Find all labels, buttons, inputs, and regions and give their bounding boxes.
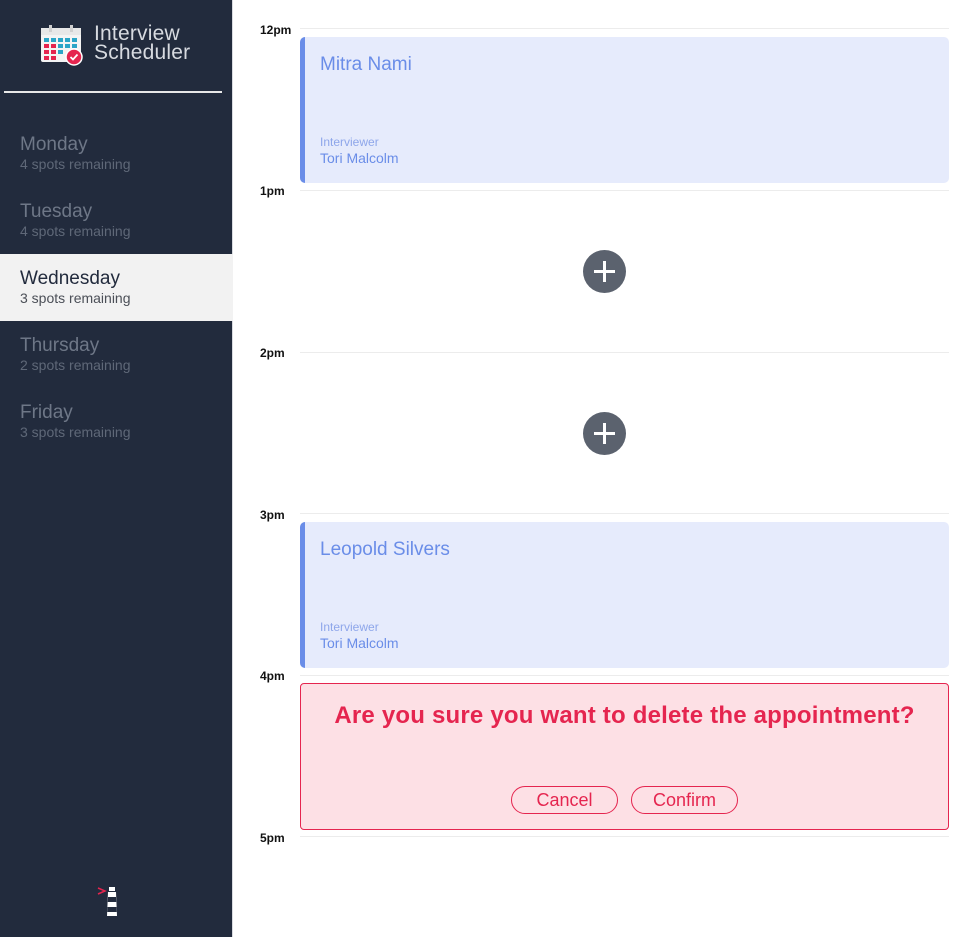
day-item-thursday[interactable]: Thursday 2 spots remaining xyxy=(0,321,233,388)
interviewer-label: Interviewer xyxy=(320,135,379,149)
day-name: Wednesday xyxy=(20,268,120,289)
interviewer-name: Tori Malcolm xyxy=(320,635,399,651)
interviewer-name: Tori Malcolm xyxy=(320,150,399,166)
schedule: 12pm Mitra Nami Interviewer Tori Malcolm… xyxy=(234,0,968,937)
confirm-actions: Cancel Confirm xyxy=(301,786,948,814)
plus-icon xyxy=(594,261,615,282)
slot-time: 1pm xyxy=(260,184,285,198)
day-item-wednesday[interactable]: Wednesday 3 spots remaining xyxy=(0,254,233,321)
day-item-monday[interactable]: Monday 4 spots remaining xyxy=(0,120,233,187)
cancel-button[interactable]: Cancel xyxy=(511,786,618,814)
app-title: Interview Scheduler xyxy=(94,23,191,64)
slot-divider xyxy=(300,513,949,514)
slot-divider xyxy=(300,836,949,837)
slot-divider xyxy=(300,675,949,676)
confirm-button[interactable]: Confirm xyxy=(631,786,738,814)
delete-confirmation: Are you sure you want to delete the appo… xyxy=(300,683,949,830)
slot-time: 12pm xyxy=(260,23,292,37)
slot-time: 4pm xyxy=(260,669,285,683)
slot-time: 2pm xyxy=(260,346,285,360)
slot-divider xyxy=(300,352,949,353)
lighthouse-icon xyxy=(97,887,117,916)
appointment-card[interactable]: Leopold Silvers Interviewer Tori Malcolm xyxy=(300,522,949,668)
confirm-message: Are you sure you want to delete the appo… xyxy=(334,702,915,729)
sidebar-divider xyxy=(4,91,222,93)
day-name: Monday xyxy=(20,134,88,155)
day-spots: 2 spots remaining xyxy=(20,357,131,373)
add-appointment-button[interactable] xyxy=(583,250,626,293)
slot-divider xyxy=(300,28,949,29)
day-spots: 3 spots remaining xyxy=(20,290,131,306)
app-brand: Interview Scheduler xyxy=(40,23,191,66)
slot-time: 3pm xyxy=(260,508,285,522)
slot-divider xyxy=(300,190,949,191)
day-spots: 4 spots remaining xyxy=(20,156,131,172)
day-spots: 3 spots remaining xyxy=(20,424,131,440)
day-item-friday[interactable]: Friday 3 spots remaining xyxy=(0,388,233,455)
appointment-card[interactable]: Mitra Nami Interviewer Tori Malcolm xyxy=(300,37,949,183)
calendar-check-icon xyxy=(41,25,83,66)
day-name: Friday xyxy=(20,402,73,423)
day-spots: 4 spots remaining xyxy=(20,223,131,239)
slot-time: 5pm xyxy=(260,831,285,845)
student-name: Leopold Silvers xyxy=(320,539,450,560)
day-name: Tuesday xyxy=(20,201,93,222)
sidebar: Interview Scheduler Monday 4 spots remai… xyxy=(0,0,233,937)
add-appointment-button[interactable] xyxy=(583,412,626,455)
plus-icon xyxy=(594,423,615,444)
app-title-line2: Scheduler xyxy=(94,41,191,64)
day-name: Thursday xyxy=(20,335,100,356)
student-name: Mitra Nami xyxy=(320,54,412,75)
interviewer-label: Interviewer xyxy=(320,620,379,634)
day-item-tuesday[interactable]: Tuesday 4 spots remaining xyxy=(0,187,233,254)
day-list: Monday 4 spots remaining Tuesday 4 spots… xyxy=(0,120,233,455)
